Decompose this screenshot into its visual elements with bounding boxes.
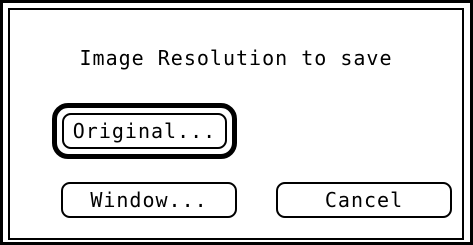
- window-button[interactable]: Window...: [61, 182, 237, 218]
- cancel-button[interactable]: Cancel: [276, 182, 452, 218]
- dialog-content-frame: Image Resolution to save Original... Win…: [8, 8, 464, 240]
- dialog-title: Image Resolution to save: [79, 46, 393, 70]
- dialog-window: Image Resolution to save Original... Win…: [0, 0, 473, 245]
- original-button[interactable]: Original...: [62, 113, 227, 149]
